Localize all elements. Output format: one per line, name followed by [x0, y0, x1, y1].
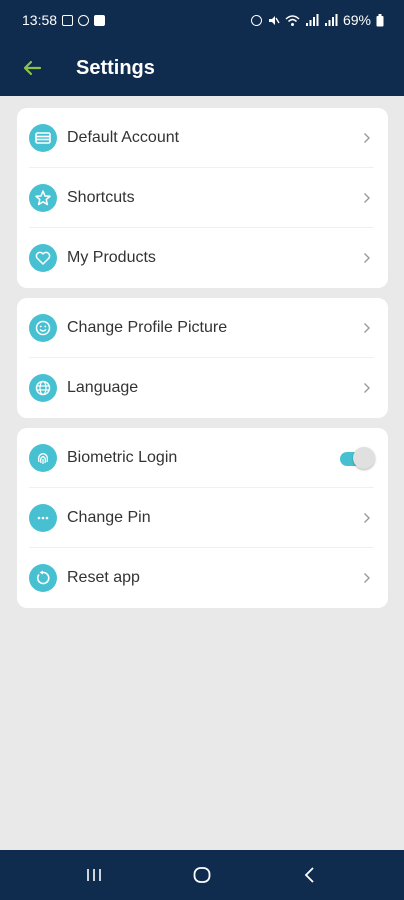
settings-item-label: My Products — [67, 249, 156, 266]
star-icon — [29, 183, 57, 212]
home-button[interactable] — [182, 855, 222, 895]
arrow-left-icon — [23, 60, 42, 76]
settings-item-label: Change Profile Picture — [67, 318, 228, 336]
settings-item-label: Biometric Login — [67, 448, 178, 466]
settings-item-reset-app[interactable]: Reset app — [29, 548, 374, 608]
back-button[interactable] — [12, 48, 52, 88]
battery-icon — [376, 13, 384, 26]
recent-apps-icon — [87, 869, 101, 881]
mute-icon — [268, 15, 280, 25]
home-icon — [193, 867, 211, 883]
settings-item-label: Change Pin — [67, 508, 151, 526]
app-bar: Settings — [0, 40, 404, 96]
status-bar: 13:58 69% — [0, 0, 404, 40]
settings-item-my-products[interactable]: My Products — [29, 228, 374, 288]
system-navigation-bar — [0, 850, 404, 900]
nav-back-button[interactable] — [290, 855, 330, 895]
settings-group-account: Default Account Shortcuts My Products — [17, 108, 388, 288]
toggle-thumb — [353, 446, 375, 469]
settings-item-shortcuts[interactable]: Shortcuts — [29, 168, 374, 228]
signal-icon-2 — [324, 13, 338, 26]
heart-icon — [29, 244, 57, 272]
settings-item-biometric-login: Biometric Login — [29, 428, 376, 488]
settings-item-label: Shortcuts — [67, 188, 135, 206]
settings-group-profile: Change Profile Picture Language — [17, 298, 388, 418]
page-title: Settings — [76, 56, 155, 79]
status-right: 69% — [250, 12, 384, 28]
chevron-left-icon — [304, 867, 314, 883]
chevron-right-icon — [360, 132, 374, 144]
dots-icon — [29, 503, 57, 532]
fingerprint-icon — [29, 443, 57, 472]
settings-item-change-pin[interactable]: Change Pin — [29, 488, 374, 548]
battery-percent: 69% — [342, 12, 371, 28]
wifi-icon — [285, 14, 300, 26]
chevron-right-icon — [360, 192, 374, 204]
alarm-icon — [250, 14, 262, 26]
reset-icon — [29, 564, 57, 592]
settings-item-label: Default Account — [67, 128, 180, 146]
biometric-login-toggle[interactable] — [340, 446, 376, 469]
whatsapp-notification-icon — [78, 14, 90, 26]
settings-item-label: Language — [67, 379, 139, 396]
status-left: 13:58 — [22, 12, 106, 28]
signal-icon-1 — [305, 13, 319, 26]
settings-item-language[interactable]: Language — [29, 358, 374, 418]
globe-icon — [29, 374, 57, 402]
chevron-right-icon — [360, 322, 374, 334]
smiley-icon — [29, 313, 57, 342]
chevron-right-icon — [360, 252, 374, 264]
chevron-right-icon — [360, 572, 374, 584]
settings-group-security: Biometric Login Change Pin Reset app — [17, 428, 388, 608]
chevron-right-icon — [360, 512, 374, 524]
status-time: 13:58 — [22, 12, 58, 28]
card-icon — [29, 123, 57, 152]
mail-notification-icon — [94, 14, 106, 26]
settings-item-label: Reset app — [67, 569, 140, 586]
gallery-notification-icon — [62, 14, 74, 26]
chevron-right-icon — [360, 382, 374, 394]
recent-apps-button[interactable] — [74, 855, 114, 895]
settings-item-default-account[interactable]: Default Account — [29, 108, 374, 168]
settings-item-change-profile-picture[interactable]: Change Profile Picture — [29, 298, 374, 358]
